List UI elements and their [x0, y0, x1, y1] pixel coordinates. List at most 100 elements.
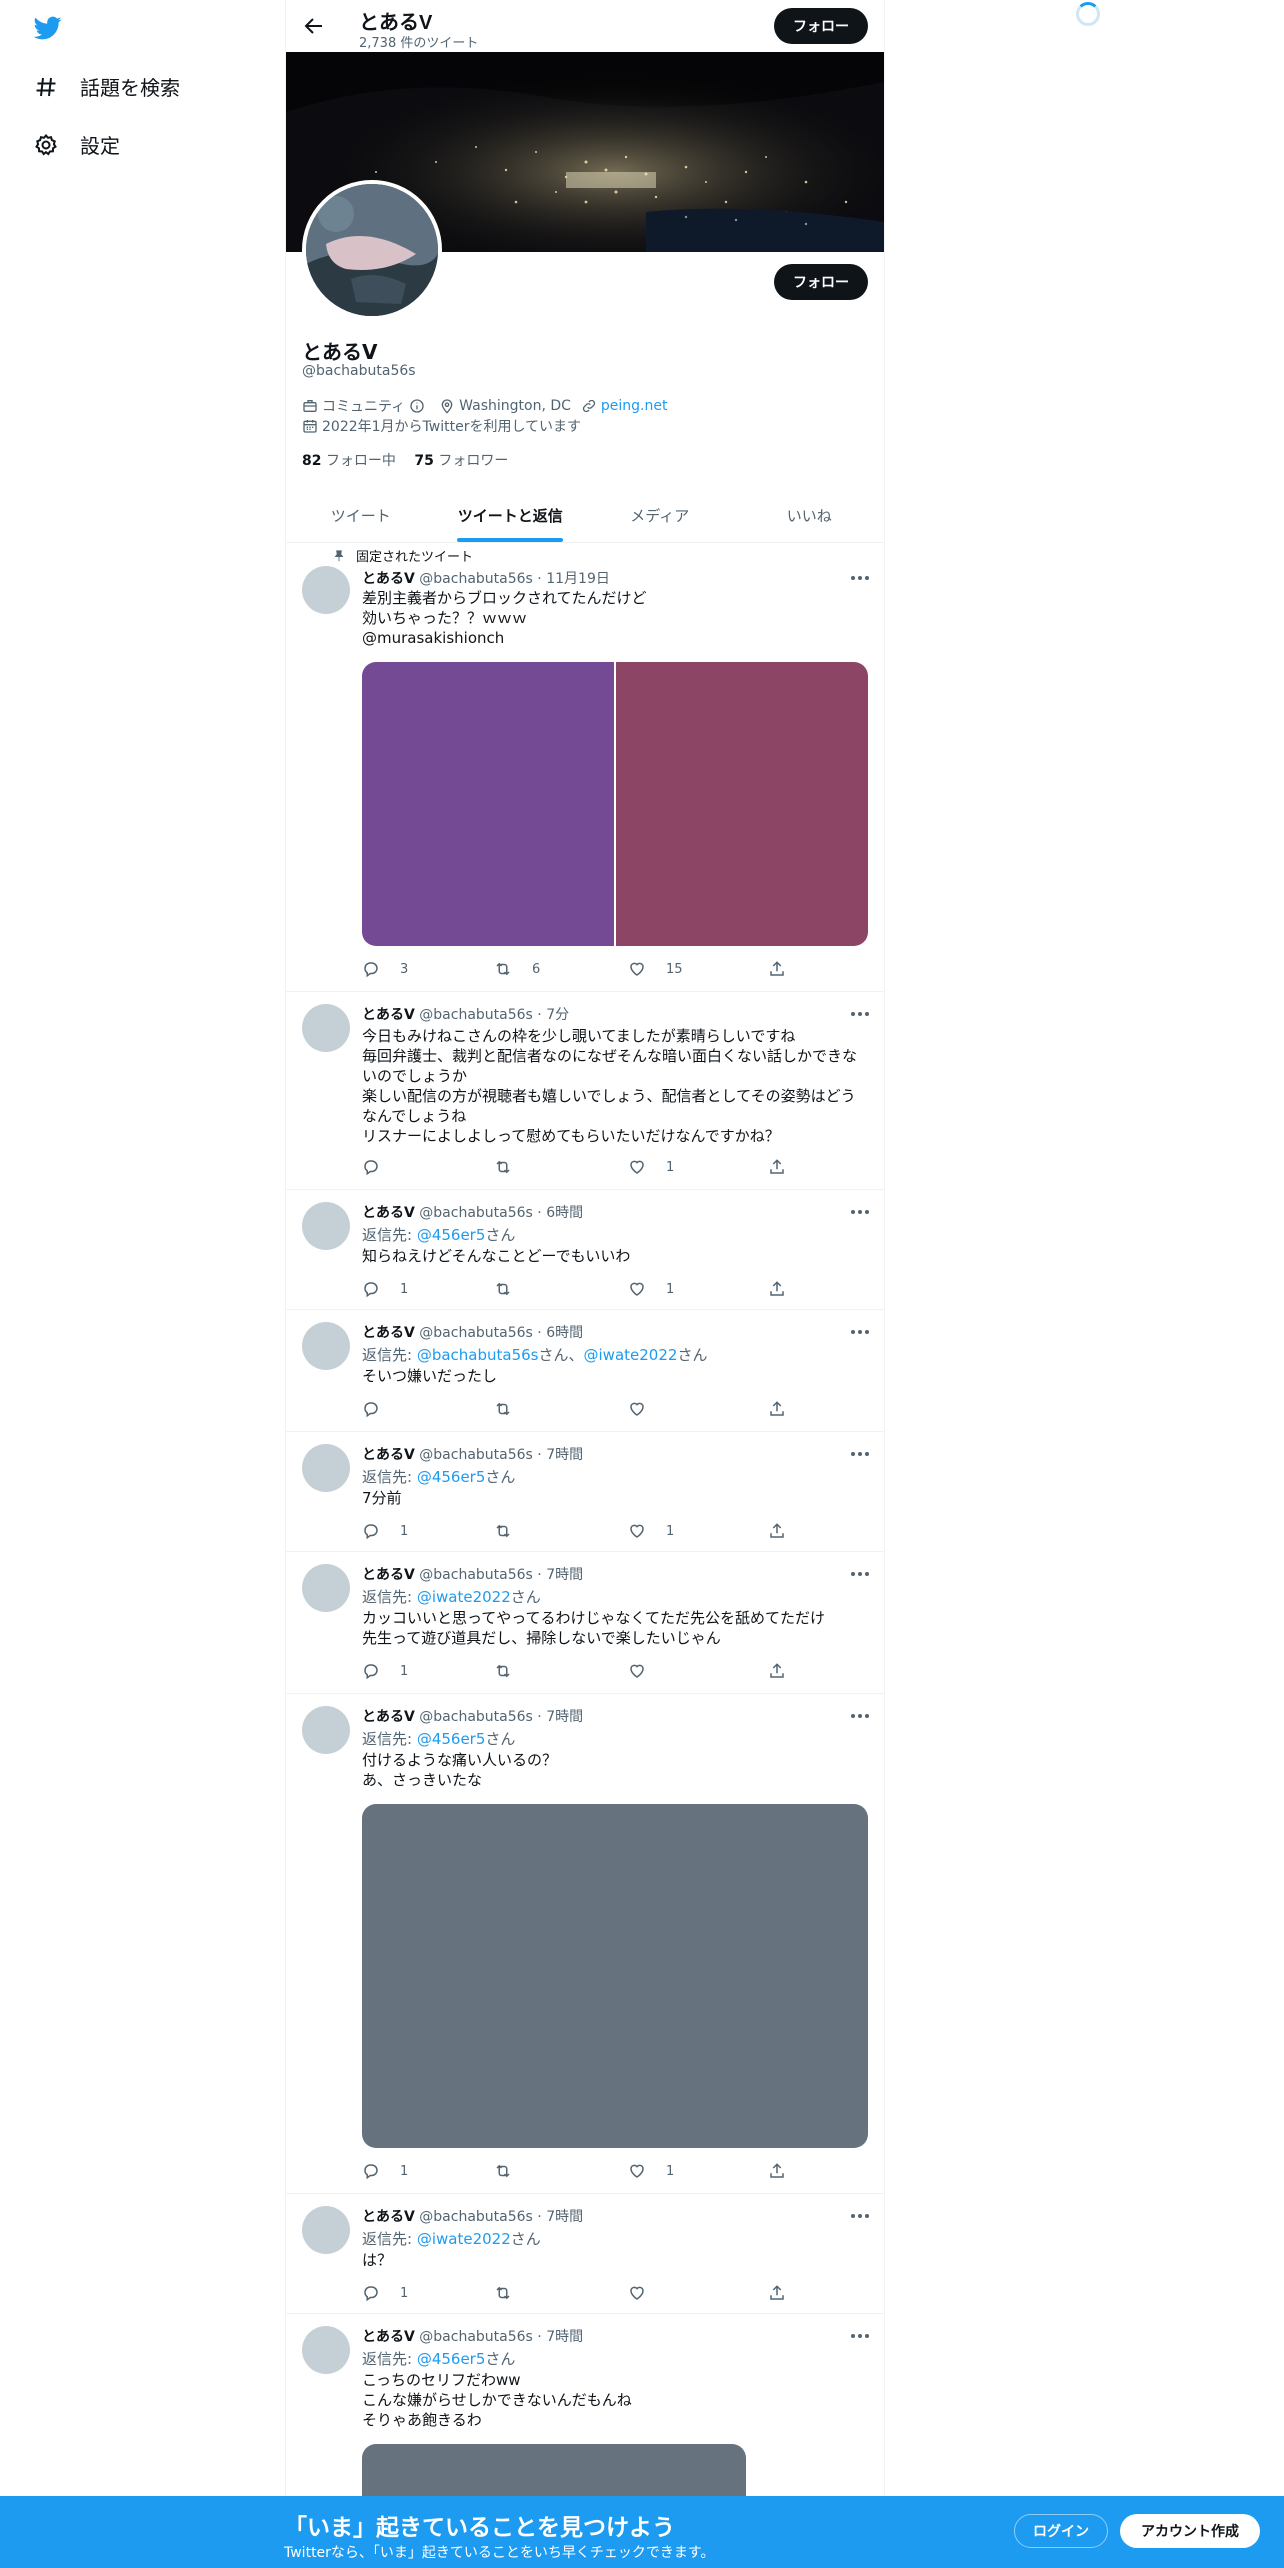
tweet-media-image[interactable]: [362, 1804, 868, 2148]
tweet-item[interactable]: とあるV @bachabuta56s · 11月19日 差別主義者からブロックさ…: [286, 542, 884, 992]
tweet-text-line: なんでしょうね: [362, 1107, 467, 1125]
like-count: 15: [666, 961, 683, 977]
tweet-avatar[interactable]: [302, 2326, 350, 2374]
tweet-avatar[interactable]: [302, 1322, 350, 1370]
share-button[interactable]: [768, 1400, 796, 1418]
more-options-icon[interactable]: [850, 1004, 870, 1024]
share-button[interactable]: [768, 2284, 796, 2302]
reply-icon: [362, 960, 390, 978]
signup-banner-title: 「いま」起きていることを見つけよう: [284, 2515, 675, 2541]
retweet-button[interactable]: [494, 1522, 522, 1540]
tweet-text-line: 楽しい配信の方が視聴者も嬉しいでしょう、配信者としてその姿勢はどう: [362, 1087, 856, 1105]
tweet-avatar[interactable]: [302, 1004, 350, 1052]
tweet-avatar[interactable]: [302, 2206, 350, 2254]
more-options-icon[interactable]: [850, 568, 870, 588]
profile-name: とあるV: [302, 340, 378, 364]
tweet-media-image[interactable]: [362, 662, 614, 946]
tweet-actions: 11: [362, 1280, 792, 1300]
share-button[interactable]: [768, 1280, 796, 1298]
tweet-header: とあるV @bachabuta56s · 6時間: [362, 1325, 584, 1341]
like-button[interactable]: 1: [628, 1280, 674, 1298]
tweet-item[interactable]: とあるV @bachabuta56s · 7時間 返信先: @iwate2022…: [286, 2194, 884, 2314]
login-button[interactable]: ログイン: [1014, 2514, 1108, 2548]
tweet-item[interactable]: とあるV @bachabuta56s · 6時間 返信先: @456er5さん …: [286, 1190, 884, 1310]
tweet-media-image[interactable]: [616, 662, 868, 946]
reply-button[interactable]: [362, 1158, 390, 1176]
retweet-button[interactable]: [494, 2284, 522, 2302]
share-button[interactable]: [768, 960, 796, 978]
nav-explore[interactable]: 話題を検索: [32, 72, 180, 101]
more-options-icon[interactable]: [850, 2206, 870, 2226]
tweet-text-line: 知らねえけどそんなことどーでもいいわ: [362, 1247, 631, 1265]
reply-button[interactable]: 1: [362, 1522, 408, 1540]
signup-banner-subtitle: Twitterなら、「いま」起きていることをいち早くチェックできます。: [284, 2545, 715, 2561]
tab-likes[interactable]: いいね: [735, 488, 885, 542]
retweet-button[interactable]: [494, 1280, 522, 1298]
reply-button[interactable]: 3: [362, 960, 408, 978]
tweet-avatar[interactable]: [302, 1706, 350, 1754]
link-icon: [582, 399, 596, 413]
profile-website[interactable]: peing.net: [581, 398, 667, 414]
like-button[interactable]: 1: [628, 2162, 674, 2180]
tweet-mention-link[interactable]: @murasakishionch: [362, 628, 504, 648]
retweet-icon: [494, 1522, 522, 1540]
tweet-item[interactable]: とあるV @bachabuta56s · 7分 今日もみけねこさんの枠を少し覗い…: [286, 992, 884, 1190]
share-button[interactable]: [768, 2162, 796, 2180]
following-link[interactable]: 82 フォロー中: [302, 453, 396, 469]
more-options-icon[interactable]: [850, 1322, 870, 1342]
tweet-text-line: 毎回弁護士、裁判と配信者なのになぜそんな暗い面白くない話しかできな: [362, 1047, 858, 1065]
retweet-button[interactable]: 6: [494, 960, 540, 978]
reply-count: 1: [400, 1523, 409, 1539]
signup-button[interactable]: アカウント作成: [1120, 2514, 1260, 2548]
followers-link[interactable]: 75 フォロワー: [414, 453, 508, 469]
more-options-icon[interactable]: [850, 1564, 870, 1584]
profile-avatar[interactable]: [302, 180, 442, 320]
tweet-text-line: 7分前: [362, 1489, 402, 1507]
retweet-button[interactable]: [494, 1400, 522, 1418]
share-button[interactable]: [768, 1522, 796, 1540]
tweet-item[interactable]: とあるV @bachabuta56s · 7時間 返信先: @456er5さん …: [286, 1432, 884, 1552]
share-button[interactable]: [768, 1662, 796, 1680]
back-arrow-icon[interactable]: [302, 14, 326, 38]
reply-button[interactable]: 1: [362, 2162, 408, 2180]
more-options-icon[interactable]: [850, 1202, 870, 1222]
reply-button[interactable]: 1: [362, 2284, 408, 2302]
tweet-text-line: 効いちゃった？？ｗｗｗ: [362, 609, 528, 627]
reply-count: 1: [400, 1663, 409, 1679]
retweet-button[interactable]: [494, 2162, 522, 2180]
tweet-avatar[interactable]: [302, 1202, 350, 1250]
nav-settings[interactable]: 設定: [32, 130, 120, 159]
like-button[interactable]: 15: [628, 960, 683, 978]
like-button[interactable]: [628, 1662, 656, 1680]
like-button[interactable]: 1: [628, 1158, 674, 1176]
header-follow-button[interactable]: フォロー: [774, 8, 868, 44]
tweet-text-line: 先生って遊び道具だし、掃除しないで楽したいじゃん: [362, 1629, 721, 1647]
reply-button[interactable]: [362, 1400, 390, 1418]
more-options-icon[interactable]: [850, 2326, 870, 2346]
tweet-header: とあるV @bachabuta56s · 6時間: [362, 1205, 584, 1221]
retweet-button[interactable]: [494, 1662, 522, 1680]
tweet-avatar[interactable]: [302, 566, 350, 614]
tweet-item[interactable]: とあるV @bachabuta56s · 7時間 返信先: @456er5さん …: [286, 1694, 884, 2194]
like-button[interactable]: [628, 2284, 656, 2302]
more-options-icon[interactable]: [850, 1706, 870, 1726]
reply-icon: [362, 2284, 390, 2302]
share-button[interactable]: [768, 1158, 796, 1176]
tab-tweets[interactable]: ツイート: [286, 488, 436, 542]
twitter-logo-icon[interactable]: [32, 14, 64, 42]
tab-tweets-and-replies[interactable]: ツイートと返信: [436, 488, 586, 542]
reply-button[interactable]: 1: [362, 1662, 408, 1680]
tweet-item[interactable]: とあるV @bachabuta56s · 6時間 返信先: @bachabuta…: [286, 1310, 884, 1432]
more-options-icon[interactable]: [850, 1444, 870, 1464]
tab-media[interactable]: メディア: [585, 488, 735, 542]
tweet-avatar[interactable]: [302, 1564, 350, 1612]
reply-button[interactable]: 1: [362, 1280, 408, 1298]
profile-follow-button[interactable]: フォロー: [774, 264, 868, 300]
tweet-item[interactable]: とあるV @bachabuta56s · 7時間 返信先: @iwate2022…: [286, 1552, 884, 1694]
tweet-avatar[interactable]: [302, 1444, 350, 1492]
reply-context: 返信先: @iwate2022さん: [362, 1588, 541, 1606]
like-button[interactable]: [628, 1400, 656, 1418]
retweet-button[interactable]: [494, 1158, 522, 1176]
like-button[interactable]: 1: [628, 1522, 674, 1540]
tweet-media-grid: [362, 662, 868, 946]
